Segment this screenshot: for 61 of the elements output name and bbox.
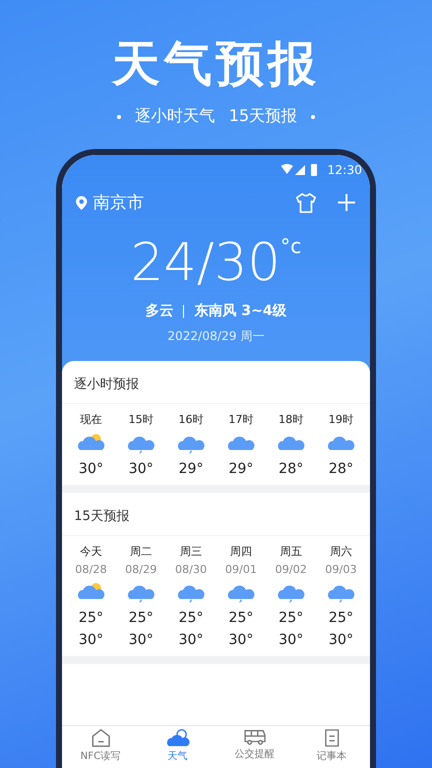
dot-icon	[311, 114, 316, 118]
nav-tab[interactable]: 记事本	[293, 726, 370, 768]
shirt-icon[interactable]	[295, 192, 317, 212]
day-date: 09/01	[225, 563, 257, 576]
card-title: 15天预报	[62, 493, 370, 536]
low-temperature: 25°	[178, 610, 204, 626]
hour-label: 19时	[328, 412, 354, 427]
bus-icon	[242, 728, 266, 746]
hour-label: 17时	[228, 412, 254, 427]
low-temperature: 25°	[278, 610, 304, 626]
hour-label: 18时	[278, 412, 304, 427]
low-temperature: 25°	[78, 610, 104, 626]
hour-temperature: 28°	[328, 461, 354, 477]
temperature-unit: °c	[280, 234, 302, 258]
day-date: 08/30	[175, 563, 207, 576]
status-time: 12:30	[327, 163, 362, 177]
house-icon	[90, 728, 110, 748]
nav-tab[interactable]: 公交提醒	[216, 726, 293, 768]
high-temperature: 30°	[228, 632, 254, 648]
weather-condition: 多云	[145, 302, 174, 320]
day-date: 08/29	[125, 563, 157, 576]
current-date: 2022/08/29 周一	[166, 328, 266, 345]
day-date: 08/28	[75, 563, 107, 576]
high-temperature: 30°	[278, 632, 304, 648]
location-pin-icon	[76, 196, 87, 210]
subtitle-text: 逐小时天气	[134, 106, 215, 127]
low-temperature: 25°	[228, 610, 254, 626]
note-icon	[324, 728, 340, 748]
hour-label: 15时	[128, 412, 154, 427]
high-temperature: 30°	[328, 632, 354, 648]
add-icon[interactable]	[337, 193, 356, 212]
high-temperature: 30°	[178, 632, 204, 648]
subtitle-text: 15天预报	[228, 106, 298, 127]
day-date: 09/03	[325, 563, 357, 576]
card-title: 逐小时预报	[62, 361, 370, 404]
nav-tab[interactable]: 天气	[139, 726, 216, 768]
day-label: 今天	[80, 544, 102, 559]
day-label: 周六	[330, 544, 352, 559]
hour-temperature: 30°	[128, 461, 154, 477]
hour-label: 16时	[178, 412, 204, 427]
high-temperature: 30°	[78, 632, 104, 648]
dot-icon	[116, 114, 121, 118]
hour-temperature: 29°	[178, 461, 204, 477]
sun-cloud-icon	[166, 728, 190, 748]
hour-label: 现在	[80, 412, 102, 427]
day-date: 09/02	[275, 563, 307, 576]
headline: 天气预报	[112, 35, 320, 94]
hour-temperature: 29°	[228, 461, 254, 477]
day-label: 周三	[180, 544, 202, 559]
hour-temperature: 28°	[278, 461, 304, 477]
wind-info: 东南风 3~4级	[194, 302, 287, 320]
day-label: 周二	[130, 544, 152, 559]
day-label: 周五	[280, 544, 302, 559]
hour-temperature: 30°	[78, 461, 104, 477]
temperature-range: 24/30	[130, 232, 280, 294]
low-temperature: 25°	[328, 610, 354, 626]
low-temperature: 25°	[128, 610, 154, 626]
nav-tab[interactable]: NFC读写	[62, 726, 139, 768]
high-temperature: 30°	[128, 632, 154, 648]
day-label: 周四	[230, 544, 252, 559]
city-name[interactable]: 南京市	[93, 191, 144, 214]
